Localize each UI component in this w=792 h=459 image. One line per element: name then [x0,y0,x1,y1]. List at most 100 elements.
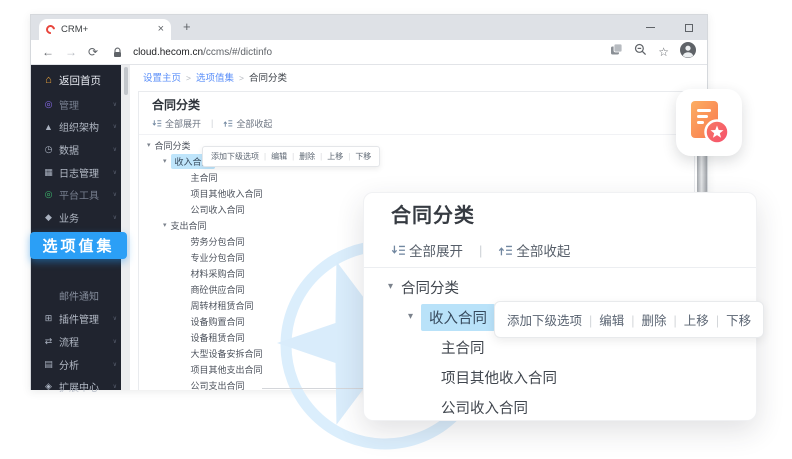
padlock-icon [113,47,122,58]
chevron-down-icon: ∨ [113,146,117,153]
expand-all-button[interactable]: 全部展开 [152,117,201,130]
forward-icon[interactable]: → [65,46,77,58]
collapse-all-button[interactable]: 全部收起 [223,117,272,130]
sidebar-scrollbar[interactable] [121,65,130,390]
expand-all-button[interactable]: 全部展开 [391,240,463,260]
browser-toolbar: ← → ⟳ cloud.hecom.cn/ccms/#/dictinfo ☆ [31,40,707,65]
sidebar-item[interactable]: 平台工具 ∨ [31,183,121,206]
tutorial-canvas: CRM+ × + ← → ⟳ cloud.hecom.cn/ccms/#/dic… [0,0,792,459]
sidebar-item[interactable]: 日志管理 ∨ [31,161,121,184]
grid-icon [42,167,55,178]
expand-all-icon [391,244,406,257]
overlay-tree-toolbar: 全部展开 | 全部收起 [391,241,756,259]
expand-arrow-icon: ▾ [163,158,167,165]
browser-tab[interactable]: CRM+ × [39,19,171,40]
maximize-button[interactable] [685,24,693,32]
org-icon [42,122,55,132]
breadcrumb: 设置主页选项值集合同分类 [143,69,287,85]
chevron-down-icon: ∨ [113,191,117,198]
breadcrumb-item[interactable]: 设置主页 [143,70,196,84]
page-title: 合同分类 [152,98,694,112]
overlay-category-tree: ▾ 合同分类 ▾ 收入合同 ▾ 主合同 ▾ 项目其他收入合同 ▾ 公司收入合同 [364,272,756,421]
chevron-down-icon: ∨ [113,361,117,368]
collapse-all-icon [498,244,513,257]
tree-node[interactable]: ▾ 合同分类 [364,272,756,302]
action-link[interactable]: 编辑 [582,310,624,329]
overlay-page-title: 合同分类 [391,205,756,227]
collapse-all-icon [223,119,233,128]
action-link[interactable]: 下移 [709,310,751,329]
bookmark-star-icon[interactable]: ☆ [658,46,669,58]
tab-title: CRM+ [61,24,152,35]
sidebar-item[interactable]: 返回首页 ∨ [31,67,121,93]
action-link[interactable]: 删除 [624,310,666,329]
profile-avatar[interactable] [680,42,696,63]
chevron-down-icon: ∨ [113,101,117,108]
expand-arrow-icon: ▾ [147,142,151,149]
toolbar-right-icons: ☆ [610,42,696,63]
chevron-down-icon: ∨ [113,214,117,221]
tree-node[interactable]: ▾ 主合同 [139,169,694,185]
sidebar-item[interactable]: 流程 ∨ [31,330,121,353]
ring-icon-green [42,189,55,200]
chevron-down-icon: ∨ [113,123,117,130]
chevron-down-icon: ∨ [113,338,117,345]
action-link[interactable]: 添加下级选项 [211,151,259,162]
collapse-all-button[interactable]: 全部收起 [498,240,570,260]
clock-icon [42,144,55,155]
action-link[interactable]: 删除 [287,151,315,162]
document-star-icon [687,99,731,147]
chevron-down-icon: ∨ [113,383,117,390]
sidebar-item[interactable]: 管理 ∨ [31,93,121,116]
minimize-button[interactable] [646,27,655,28]
crm-favicon-icon [44,23,57,36]
action-link[interactable]: 编辑 [259,151,287,162]
back-icon[interactable]: ← [42,46,54,58]
contract-doc-icon-card [676,89,742,156]
tree-node[interactable]: ▾ 公司收入合同 [364,392,756,421]
new-tab-button[interactable]: + [183,19,191,34]
sidebar-item[interactable]: 分析 ∨ [31,353,121,376]
tab-close-icon[interactable]: × [158,24,164,35]
action-link[interactable]: 上移 [315,151,343,162]
breadcrumb-item[interactable]: 选项值集 [196,70,249,84]
browser-tab-strip: CRM+ × + [31,15,707,40]
zoom-out-icon[interactable] [634,43,647,61]
sidebar: 返回首页 ∨ 管理 ∨ 组织架构 ∨ 数据 ∨ [31,65,121,390]
divider: | [479,243,482,258]
tree-toolbar: 全部展开 | 全部收起 [152,116,694,130]
sidebar-item[interactable]: 扩展中心 ∨ [31,375,121,398]
breadcrumb-item[interactable]: 合同分类 [249,70,287,84]
sidebar-item[interactable]: 邮件通知 ∨ [31,284,121,308]
sidebar-item[interactable]: 组织架构 ∨ [31,116,121,139]
ring-icon-purple [42,99,55,110]
pages-icon[interactable] [610,43,623,61]
url-path: /ccms/#/dictinfo [203,47,272,58]
chevron-down-icon: ∨ [113,315,117,322]
divider: | [211,118,213,128]
action-link[interactable]: 上移 [667,310,709,329]
action-link[interactable]: 添加下级选项 [507,310,582,329]
expand-arrow-icon: ▾ [388,282,393,292]
expand-arrow-icon: ▾ [163,222,167,229]
tree-node[interactable]: ▾ 项目其他收入合同 [364,362,756,392]
sidebar-item[interactable]: 插件管理 ∨ [31,308,121,331]
node-actions-popup: 添加下级选项编辑删除上移下移 [202,146,380,167]
reload-icon[interactable]: ⟳ [88,46,98,58]
scrollbar-thumb[interactable] [124,67,128,95]
home-icon [42,74,55,86]
connector-bar-decoration [697,152,707,194]
extension-icon [42,381,55,392]
window-controls [646,15,693,40]
option-value-set-button[interactable]: 选项值集 [30,232,127,259]
divider-line [139,134,694,135]
action-link[interactable]: 下移 [343,151,371,162]
briefcase-icon [42,212,55,223]
address-bar[interactable]: cloud.hecom.cn/ccms/#/dictinfo [133,47,272,58]
sidebar-item[interactable]: 数据 ∨ [31,138,121,161]
expand-arrow-icon: ▾ [408,312,413,322]
plugin-icon [42,313,55,324]
chart-icon [42,359,55,370]
sidebar-item[interactable]: 业务 ∨ [31,206,121,229]
divider-line [364,267,756,268]
